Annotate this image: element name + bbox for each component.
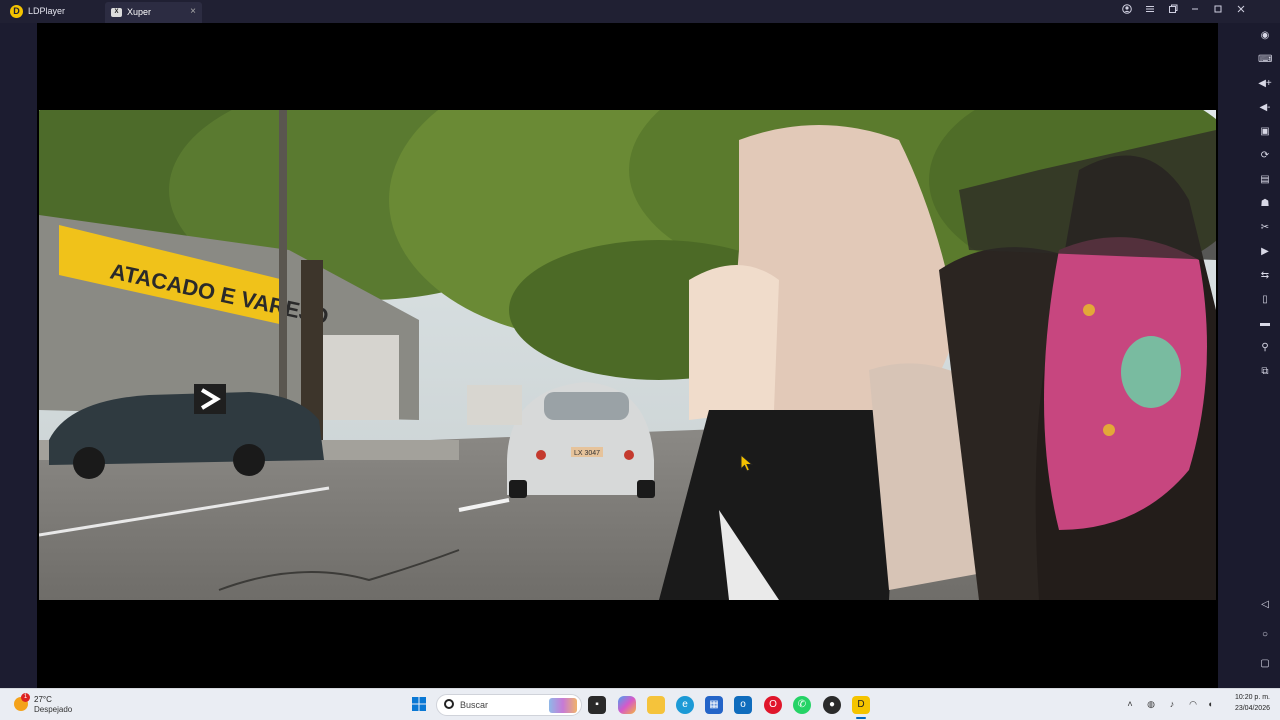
menu-icon[interactable] [1143,4,1157,18]
screenshot-icon[interactable]: ▣ [1258,125,1272,139]
weather-condition[interactable]: Despejado [34,705,72,714]
microphone-icon[interactable]: ♪ [1166,698,1178,710]
copilot-icon[interactable] [618,696,636,714]
title-bar: D LDPlayer X Xuper × [0,0,1280,23]
back-icon[interactable]: ◁ [1258,598,1272,612]
outlook-icon[interactable]: o [734,696,752,714]
mouse-cursor-icon [740,454,754,472]
store-icon[interactable]: ▦ [705,696,723,714]
record-icon[interactable]: ▤ [1258,173,1272,187]
keyboard-icon[interactable]: ⌨ [1258,53,1272,67]
edge-icon[interactable]: e [676,696,694,714]
wifi-icon[interactable]: ◠ [1187,698,1199,710]
close-icon[interactable] [1234,4,1248,18]
restore-icon[interactable] [1166,4,1180,18]
xuper-tab-icon: X [111,8,122,17]
search-input[interactable]: Buscar [436,694,582,716]
opera-icon[interactable]: O [764,696,782,714]
home-icon[interactable]: ○ [1258,628,1272,642]
ldplayer-icon[interactable]: D [852,696,870,714]
ldplayer-logo-icon: D [10,5,23,18]
task-view-icon[interactable]: ▪ [588,696,606,714]
video-icon[interactable]: ▶ [1258,245,1272,259]
emulator-side-toolbar: ◉ ⌨ ◀+ ◀- ▣ ⟳ ▤ ☗ ✂ ▶ ⇆ ▯ ▬ ⚲ ⧉ ◁ ○ ▢ [1218,23,1280,688]
app-icon[interactable]: ● [823,696,841,714]
location-icon[interactable]: ⚲ [1258,341,1272,355]
chevron-up-icon[interactable]: ˄ [1124,698,1136,710]
left-margin [0,23,37,688]
search-placeholder: Buscar [460,700,489,710]
recents-icon[interactable]: ▢ [1258,657,1272,671]
windows-start-icon[interactable] [410,696,428,714]
apk-icon[interactable]: ▯ [1258,293,1272,307]
speaker-icon[interactable]: ◖ [1204,698,1216,710]
search-icon [444,699,454,709]
weather-temperature[interactable]: 27°C [34,695,52,704]
folder-icon[interactable]: ▬ [1258,317,1272,331]
scissors-icon[interactable]: ✂ [1258,221,1272,235]
minimize-icon[interactable] [1188,4,1202,18]
rotate-icon[interactable]: ⟳ [1258,149,1272,163]
volume-down-icon[interactable]: ◀- [1258,101,1272,115]
clock-date[interactable]: 23/04/2026 [1226,705,1270,712]
network-tray-icon[interactable]: ◍ [1145,698,1157,710]
widgets-icon[interactable] [549,698,577,713]
sync-icon[interactable]: ⇆ [1258,269,1272,283]
emulator-screen[interactable]: ATACADO E VAREJO LX 3047 [37,23,1218,688]
tab-xuper[interactable]: X Xuper × [105,2,202,23]
volume-up-icon[interactable]: ◀+ [1258,77,1272,91]
account-icon[interactable] [1120,4,1134,18]
clock-time[interactable]: 10:20 p. m. [1226,694,1270,701]
robot-icon[interactable]: ☗ [1258,197,1272,211]
tab-close-button[interactable]: × [190,6,196,17]
whatsapp-icon[interactable]: ✆ [793,696,811,714]
video-frame-image: ATACADO E VAREJO LX 3047 [39,110,1216,600]
weather-badge: 1 [21,693,30,702]
license-plate-text: LX 3047 [574,450,600,457]
file-explorer-icon[interactable] [647,696,665,714]
active-app-indicator [856,717,866,719]
video-player[interactable]: ATACADO E VAREJO LX 3047 [39,110,1216,600]
maximize-icon[interactable] [1211,4,1225,18]
gamepad-icon[interactable]: ◉ [1258,29,1272,43]
multi-instance-icon[interactable]: ⧉ [1258,365,1272,379]
windows-taskbar: 1 27°C Despejado Buscar ▪ e ▦ o O ✆ ● D … [0,688,1280,720]
app-name: LDPlayer [28,6,66,16]
tab-label: Xuper [127,7,152,17]
